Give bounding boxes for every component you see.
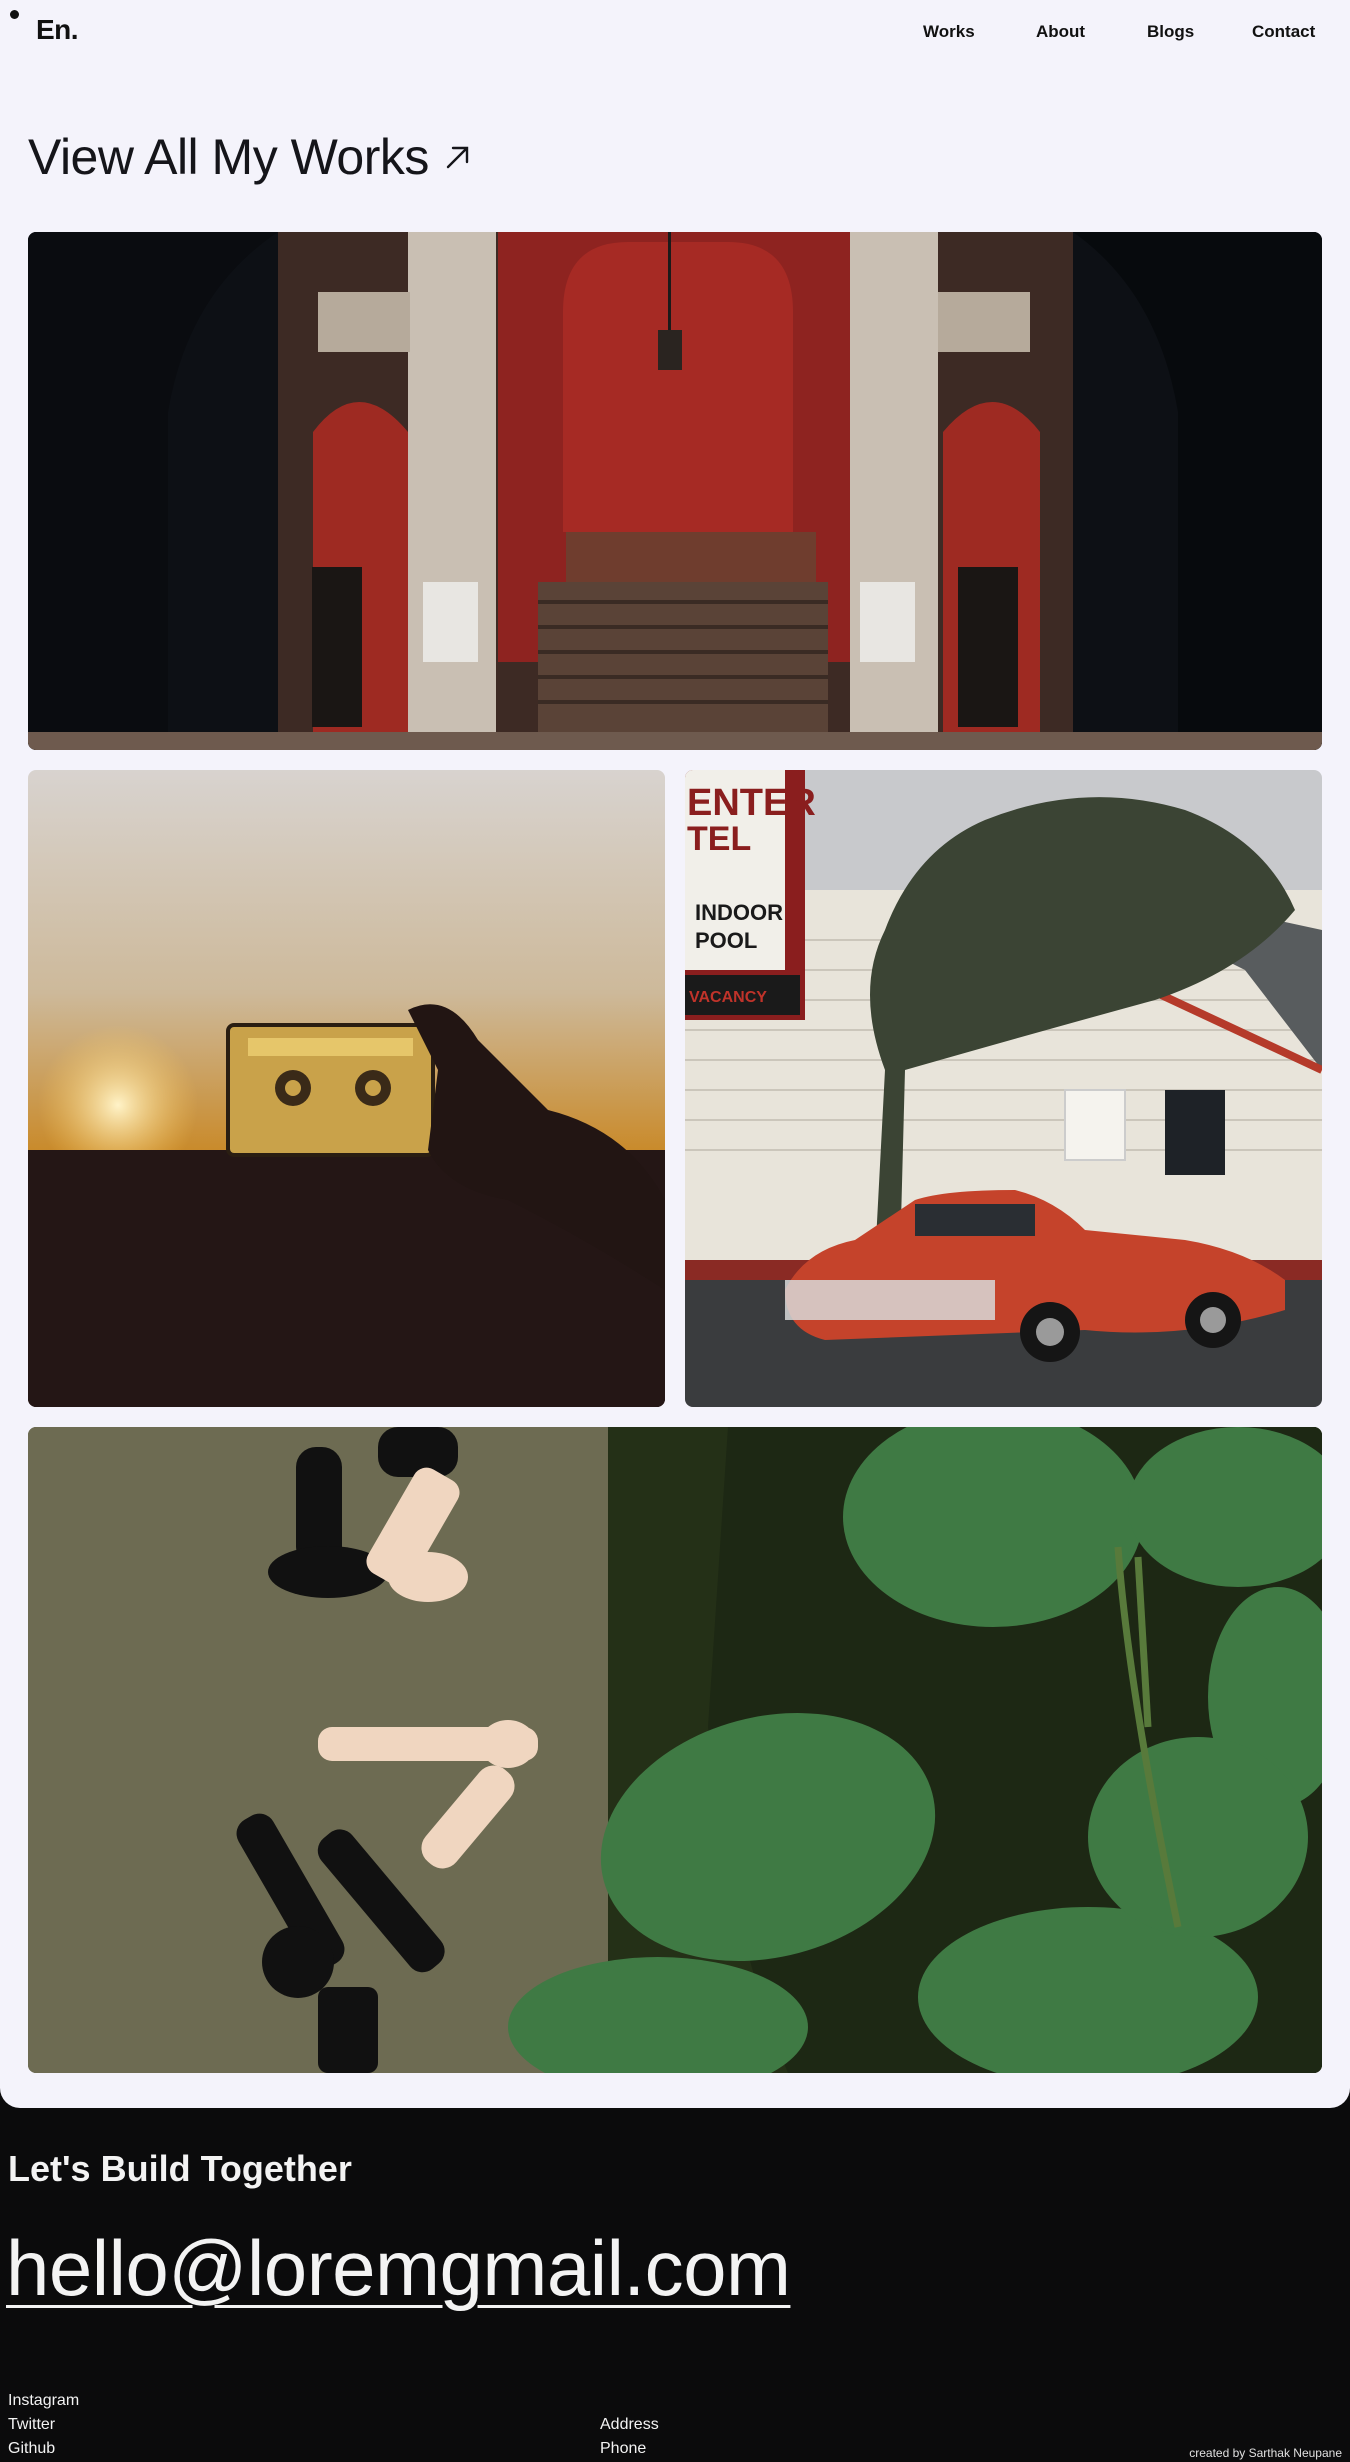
motel-sign-line-4: POOL: [695, 928, 757, 953]
github-link[interactable]: Github: [8, 2440, 55, 2458]
page-content: En. Works About Blogs Contact View All M…: [0, 0, 1350, 2108]
arrow-up-right-icon: [446, 146, 469, 169]
credit-text: created by Sarthak Neupane: [1189, 2446, 1342, 2460]
motel-sign-line-3: INDOOR: [695, 900, 783, 925]
motel-sign-line-1: ENTER: [687, 782, 816, 824]
twitter-link[interactable]: Twitter: [8, 2416, 55, 2434]
motel-sign-line-2: TEL: [687, 820, 751, 858]
footer-title: Let's Build Together: [8, 2148, 352, 2189]
address-link[interactable]: Address: [600, 2416, 659, 2434]
site-logo[interactable]: En.: [36, 14, 79, 46]
instagram-link[interactable]: Instagram: [8, 2392, 79, 2410]
cursor-dot-icon: [10, 10, 19, 19]
nav-works-link[interactable]: Works: [923, 22, 975, 42]
cassette-sunset-photo[interactable]: [28, 770, 665, 1407]
chess-pieces-leaves-photo[interactable]: [28, 1427, 1322, 2073]
motel-sign-line-5: VACANCY: [689, 989, 767, 1006]
vintage-red-car-photo[interactable]: ENTER TEL INDOOR POOL VACANCY: [685, 770, 1322, 1407]
heading-text: View All My Works: [28, 129, 429, 185]
view-all-works-heading[interactable]: View All My Works: [28, 128, 473, 186]
theater-staircase-photo[interactable]: [28, 232, 1322, 750]
nav-about-link[interactable]: About: [1036, 22, 1085, 42]
top-navigation: En. Works About Blogs Contact: [0, 0, 1350, 64]
phone-link[interactable]: Phone: [600, 2440, 646, 2458]
nav-contact-link[interactable]: Contact: [1252, 22, 1315, 42]
nav-blogs-link[interactable]: Blogs: [1147, 22, 1194, 42]
email-link[interactable]: hello@loremgmail.com: [6, 2223, 791, 2314]
